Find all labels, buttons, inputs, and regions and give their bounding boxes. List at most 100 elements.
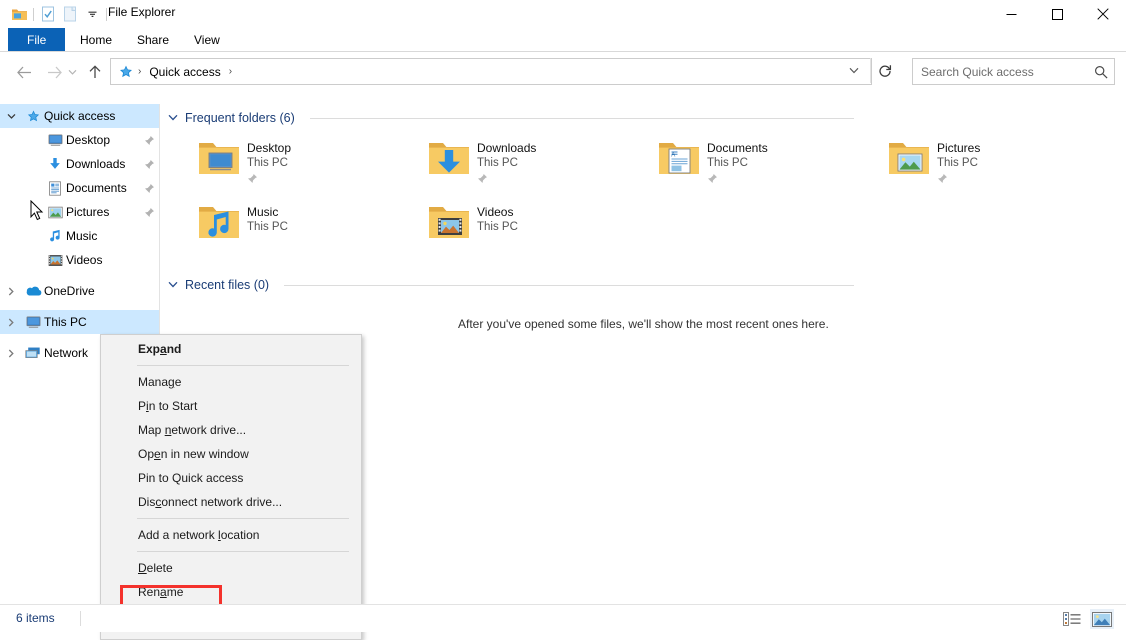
recent-files-empty-message: After you've opened some files, we'll sh… xyxy=(458,317,829,331)
svg-text:A: A xyxy=(671,152,675,158)
chevron-right-icon[interactable] xyxy=(0,349,22,358)
tile-name: Pictures xyxy=(937,141,980,156)
breadcrumb-quick-access[interactable]: Quick access xyxy=(145,65,224,79)
context-menu-item-manage[interactable]: Manage xyxy=(101,370,361,394)
group-title: Recent files (0) xyxy=(185,278,269,292)
toolbar-separator-2 xyxy=(106,8,107,21)
sidebar-item-onedrive[interactable]: OneDrive xyxy=(0,279,159,303)
chevron-right-icon[interactable] xyxy=(0,318,22,327)
group-rule xyxy=(284,285,854,286)
context-menu-item-open-in-new-window[interactable]: Open in new window xyxy=(101,442,361,466)
pin-icon xyxy=(139,159,159,170)
tile-sub: This PC xyxy=(477,156,536,171)
large-icons-view-button[interactable] xyxy=(1090,609,1114,629)
details-view-button[interactable] xyxy=(1060,609,1084,629)
pin-icon xyxy=(477,173,536,187)
pictures-icon xyxy=(44,206,66,219)
quick-access-star-icon[interactable] xyxy=(118,64,134,80)
tile-name: Videos xyxy=(477,205,518,220)
onedrive-cloud-icon xyxy=(22,285,44,297)
customize-chevron-icon[interactable] xyxy=(81,4,103,24)
tile-name: Music xyxy=(247,205,288,220)
context-menu-separator xyxy=(137,551,349,552)
maximize-button[interactable] xyxy=(1034,0,1080,28)
tile-text: Pictures This PC xyxy=(937,136,980,187)
context-menu-item-map-network-drive[interactable]: Map network drive... xyxy=(101,418,361,442)
folder-tile-pictures[interactable]: Pictures This PC xyxy=(885,136,1115,194)
pin-icon xyxy=(139,183,159,194)
sidebar-label: This PC xyxy=(44,315,159,329)
chevron-right-icon[interactable] xyxy=(0,287,22,296)
tab-home[interactable]: Home xyxy=(67,28,125,52)
folder-icon[interactable] xyxy=(8,4,30,24)
sidebar-label: OneDrive xyxy=(44,284,159,298)
folder-tile-documents[interactable]: A Documents This PC xyxy=(655,136,885,194)
forward-button[interactable] xyxy=(42,60,66,84)
chevron-down-icon[interactable] xyxy=(168,280,178,291)
refresh-button[interactable] xyxy=(870,58,899,83)
sidebar-label: Quick access xyxy=(44,109,159,123)
window-title: File Explorer xyxy=(108,5,175,19)
search-icon[interactable] xyxy=(1088,65,1114,79)
context-menu-item-add-network-location[interactable]: Add a network location xyxy=(101,523,361,547)
context-menu[interactable]: Expand Manage Pin to Start Map network d… xyxy=(100,334,362,640)
toolbar-separator xyxy=(33,8,34,21)
sidebar-item-this-pc[interactable]: This PC xyxy=(0,310,159,334)
context-menu-item-pin-to-quick-access[interactable]: Pin to Quick access xyxy=(101,466,361,490)
context-menu-item-disconnect-network-drive[interactable]: Disconnect network drive... xyxy=(101,490,361,514)
folder-tile-videos[interactable]: Videos This PC xyxy=(425,200,655,258)
ribbon-tab-strip: File Home Share View ? xyxy=(0,28,1126,52)
sidebar-item-music[interactable]: Music xyxy=(0,224,159,248)
properties-icon[interactable] xyxy=(37,4,59,24)
chevron-down-icon[interactable] xyxy=(0,113,22,120)
sidebar-item-desktop[interactable]: Desktop xyxy=(0,128,159,152)
sidebar-item-quick-access[interactable]: Quick access xyxy=(0,104,159,128)
music-icon xyxy=(44,229,66,243)
downloads-icon xyxy=(44,157,66,171)
videos-icon xyxy=(44,254,66,267)
folder-tile-downloads[interactable]: Downloads This PC xyxy=(425,136,655,194)
context-menu-item-expand[interactable]: Expand xyxy=(101,337,361,361)
sidebar-item-videos[interactable]: Videos xyxy=(0,248,159,272)
window-controls xyxy=(988,0,1126,28)
context-menu-item-rename[interactable]: Rename xyxy=(101,580,361,604)
context-menu-item-delete[interactable]: Delete xyxy=(101,556,361,580)
folder-desktop-icon xyxy=(195,136,247,184)
tile-text: Music This PC xyxy=(247,200,288,235)
folder-documents-icon: A xyxy=(655,136,707,184)
tab-share[interactable]: Share xyxy=(124,28,182,52)
sidebar-label: Desktop xyxy=(66,133,139,147)
pin-icon xyxy=(247,173,291,187)
minimize-button[interactable] xyxy=(988,0,1034,28)
recent-locations-button[interactable] xyxy=(64,60,80,84)
frequent-folders-header[interactable]: Frequent folders (6) xyxy=(168,107,868,129)
sidebar-item-downloads[interactable]: Downloads xyxy=(0,152,159,176)
folder-tile-music[interactable]: Music This PC xyxy=(195,200,425,258)
tab-file[interactable]: File xyxy=(8,28,65,52)
address-bar[interactable]: › Quick access › xyxy=(110,58,872,85)
breadcrumb-sep-2[interactable]: › xyxy=(227,66,234,77)
sidebar-item-documents[interactable]: Documents xyxy=(0,176,159,200)
back-button[interactable] xyxy=(12,60,36,84)
folder-tile-desktop[interactable]: Desktop This PC xyxy=(195,136,425,194)
tile-text: Downloads This PC xyxy=(477,136,536,187)
pin-icon xyxy=(139,207,159,218)
group-title: Frequent folders (6) xyxy=(185,111,295,125)
search-input[interactable] xyxy=(913,64,1088,80)
tile-sub: This PC xyxy=(247,156,291,171)
address-history-dropdown[interactable] xyxy=(840,58,868,83)
breadcrumb: › Quick access › xyxy=(111,59,871,84)
context-menu-separator xyxy=(137,518,349,519)
recent-files-header[interactable]: Recent files (0) xyxy=(168,274,868,296)
sidebar-item-pictures[interactable]: Pictures xyxy=(0,200,159,224)
search-box[interactable] xyxy=(912,58,1115,85)
documents-icon xyxy=(44,181,66,196)
context-menu-item-pin-to-start[interactable]: Pin to Start xyxy=(101,394,361,418)
tab-view[interactable]: View xyxy=(181,28,233,52)
sidebar-label: Videos xyxy=(66,253,159,267)
chevron-down-icon[interactable] xyxy=(168,113,178,124)
new-folder-icon[interactable] xyxy=(59,4,81,24)
up-button[interactable] xyxy=(83,60,107,84)
close-button[interactable] xyxy=(1080,0,1126,28)
context-menu-separator xyxy=(137,365,349,366)
